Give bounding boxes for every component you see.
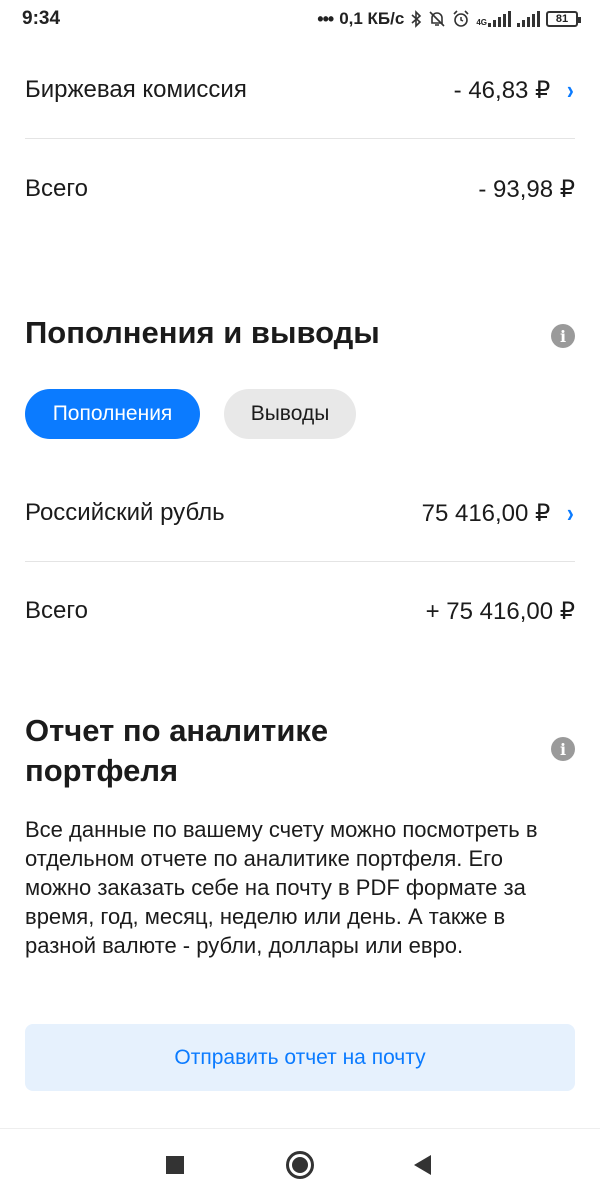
currency-row-rub[interactable]: Российский рубль 75 416,00 ₽ ›	[25, 492, 575, 534]
status-time: 9:34	[22, 8, 61, 29]
network-type-label: 4G	[476, 18, 487, 27]
commission-total-row: Всего - 93,98 ₽	[25, 168, 575, 210]
commission-label: Биржевая комиссия	[25, 76, 247, 103]
divider	[25, 138, 575, 139]
more-dots: •••	[317, 8, 334, 29]
currency-value: 75 416,00 ₽	[421, 499, 551, 527]
commission-row[interactable]: Биржевая комиссия - 46,83 ₽ ›	[25, 70, 575, 110]
bluetooth-icon	[411, 10, 422, 28]
status-bar: 9:34 ••• 0,1 КБ/с 4G 81	[0, 0, 600, 38]
send-report-button[interactable]: Отправить отчет на почту	[25, 1024, 575, 1091]
deposits-total-row: Всего + 75 416,00 ₽	[25, 590, 575, 632]
chevron-right-icon[interactable]: ›	[567, 77, 574, 103]
commission-value: - 46,83 ₽	[453, 76, 551, 104]
analytics-title-line2: портфеля	[25, 753, 179, 788]
tab-withdrawals[interactable]: Выводы	[224, 389, 356, 439]
back-icon[interactable]	[414, 1155, 431, 1175]
section-title-analytics: Отчет по аналитике портфеля	[25, 711, 328, 791]
section-title-deposits: Пополнения и выводы	[25, 315, 380, 350]
tab-deposits[interactable]: Пополнения	[25, 389, 200, 439]
analytics-description: Все данные по вашему счету можно посмотр…	[25, 817, 538, 958]
signal-icon-2	[517, 11, 540, 27]
divider	[25, 561, 575, 562]
home-icon[interactable]	[286, 1151, 314, 1179]
alarm-icon	[453, 10, 469, 27]
total-value: + 75 416,00 ₽	[425, 597, 575, 625]
recent-apps-icon[interactable]	[166, 1156, 184, 1174]
total-label: Всего	[25, 175, 88, 202]
bell-off-icon	[429, 11, 445, 27]
system-navigation-bar	[0, 1128, 600, 1201]
chevron-right-icon[interactable]: ›	[567, 500, 574, 526]
total-label: Всего	[25, 597, 88, 624]
status-icons: ••• 0,1 КБ/с 4G 81	[317, 8, 581, 30]
analytics-title-line1: Отчет по аналитике	[25, 713, 329, 748]
info-icon[interactable]: i	[551, 737, 575, 761]
battery-icon: 81	[546, 11, 581, 27]
signal-icon-1	[488, 11, 511, 27]
total-value: - 93,98 ₽	[478, 175, 575, 203]
network-speed: 0,1 КБ/с	[339, 9, 405, 28]
info-icon[interactable]: i	[551, 324, 575, 348]
currency-label: Российский рубль	[25, 499, 225, 526]
